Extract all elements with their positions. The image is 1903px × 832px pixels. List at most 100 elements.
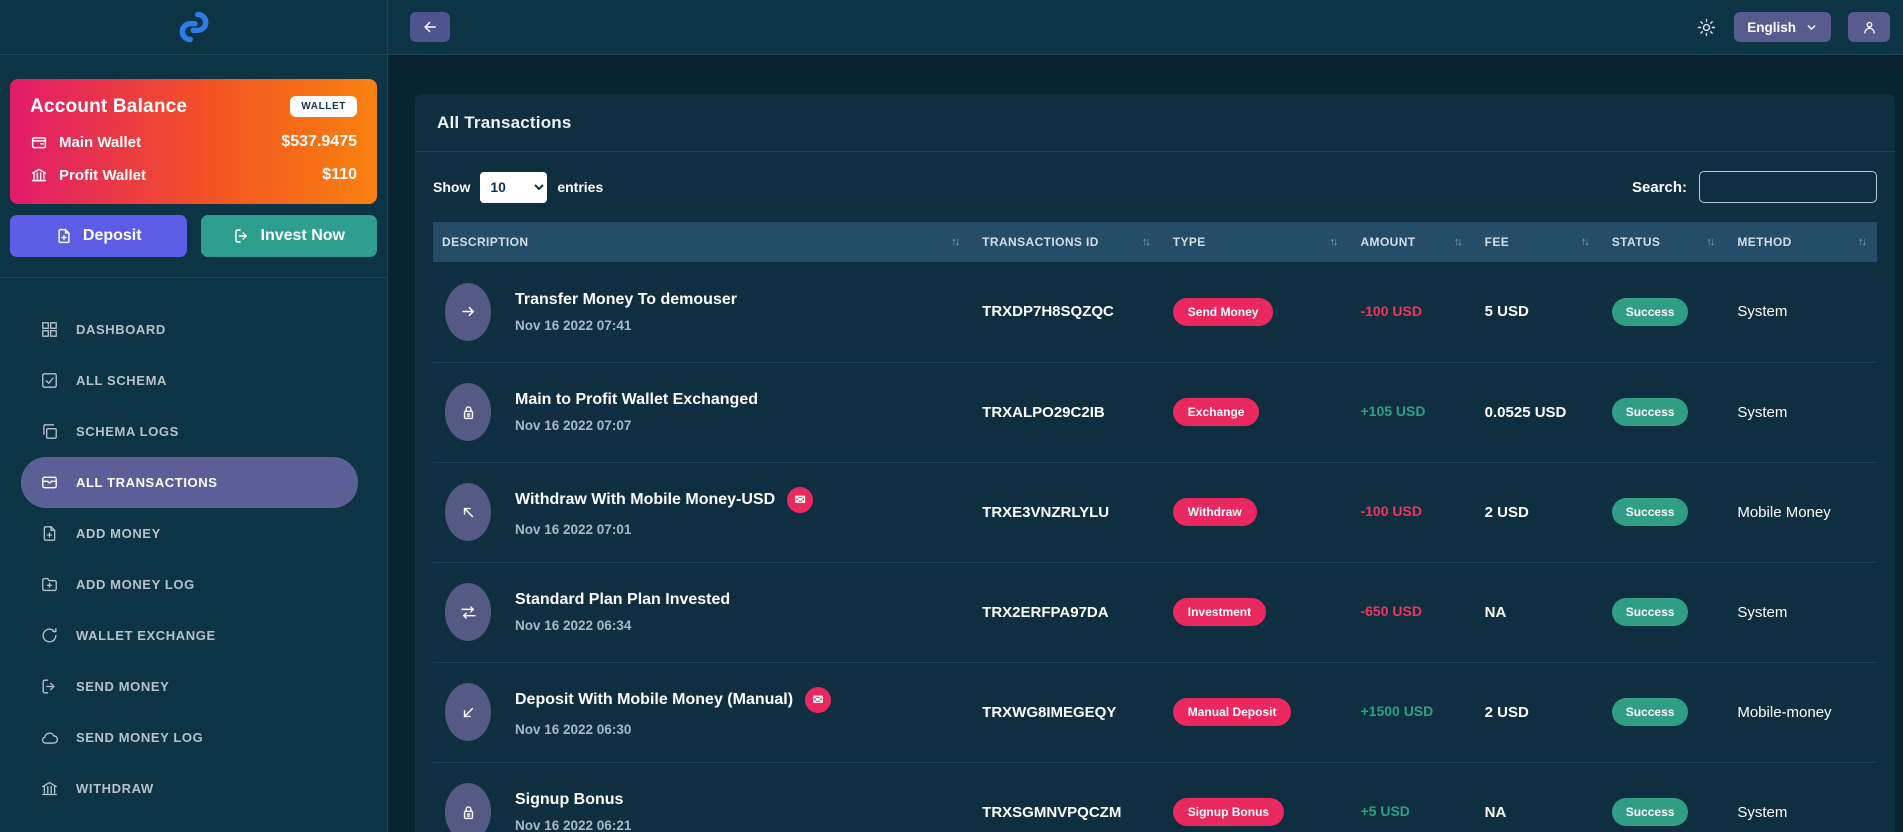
envelope-icon[interactable]: ✉: [787, 487, 813, 513]
topbar: English: [388, 0, 1903, 55]
sidebar-item-all-schema[interactable]: ALL SCHEMA: [21, 355, 358, 406]
transaction-title: Deposit With Mobile Money (Manual): [515, 691, 793, 709]
sidebar-item-all-transactions[interactable]: ALL TRANSACTIONS: [21, 457, 358, 508]
status-badge: Success: [1612, 298, 1689, 326]
send-icon: [40, 677, 59, 696]
transactions-card: All Transactions Show 10 entries Search:…: [415, 94, 1895, 832]
type-badge: Exchange: [1173, 398, 1260, 426]
table-row: Withdraw With Mobile Money-USD ✉ Nov 16 …: [433, 462, 1877, 562]
amount-value: -650 USD: [1360, 603, 1421, 619]
table-body: Transfer Money To demouser Nov 16 2022 0…: [433, 262, 1877, 832]
language-dropdown[interactable]: English: [1734, 12, 1831, 42]
transaction-avatar: [445, 483, 491, 541]
page-size-select[interactable]: 10: [480, 172, 547, 203]
archive-icon: [40, 473, 59, 492]
sort-arrows-icon[interactable]: ↑↓: [1448, 236, 1461, 248]
amount-value: -100 USD: [1360, 503, 1421, 519]
back-button[interactable]: [410, 12, 450, 42]
sort-arrows-icon[interactable]: ↑↓: [1575, 236, 1588, 248]
sort-arrows-icon[interactable]: ↑↓: [1852, 236, 1865, 248]
table-column-header[interactable]: STATUS ↑↓: [1600, 222, 1726, 262]
lock-icon: [459, 403, 478, 422]
sidebar-item-add-money-log[interactable]: ADD MONEY LOG: [21, 559, 358, 610]
sort-arrows-icon[interactable]: ↑↓: [945, 236, 958, 248]
sidebar-item-label: SCHEMA LOGS: [76, 424, 179, 439]
logo-swirl-icon[interactable]: [174, 7, 214, 47]
logo-bar: [0, 0, 387, 55]
sidebar-item-schema-logs[interactable]: SCHEMA LOGS: [21, 406, 358, 457]
type-badge: Withdraw: [1173, 498, 1257, 526]
person-icon: [1861, 19, 1878, 36]
arrow-down-left-icon: [459, 703, 478, 722]
deposit-button-label: Deposit: [83, 227, 142, 245]
deposit-button[interactable]: Deposit: [10, 215, 187, 257]
profit-wallet-label: Profit Wallet: [59, 167, 146, 184]
table-column-header[interactable]: AMOUNT ↑↓: [1348, 222, 1472, 262]
transaction-date: Nov 16 2022 07:01: [515, 522, 813, 537]
column-label: METHOD: [1737, 235, 1791, 249]
main-wallet-label: Main Wallet: [59, 134, 141, 151]
transaction-date: Nov 16 2022 06:34: [515, 618, 730, 633]
table-row: Main to Profit Wallet Exchanged Nov 16 2…: [433, 362, 1877, 462]
sidebar-item-dashboard[interactable]: DASHBOARD: [21, 304, 358, 355]
status-badge: Success: [1612, 798, 1689, 826]
type-badge: Send Money: [1173, 298, 1274, 326]
main-wallet-row: Main Wallet $537.9475: [30, 133, 357, 151]
sidebar: Account Balance WALLET Main Wallet $537.…: [0, 0, 388, 832]
amount-value: +5 USD: [1360, 803, 1409, 819]
column-label: STATUS: [1612, 235, 1661, 249]
sidebar-item-label: ADD MONEY: [76, 526, 161, 541]
method-value: System: [1725, 262, 1877, 362]
arrow-up-left-icon: [459, 503, 478, 522]
invest-now-button[interactable]: Invest Now: [201, 215, 378, 257]
send-icon: [233, 227, 251, 245]
cloud-icon: [40, 728, 59, 747]
sidebar-nav: DASHBOARD ALL SCHEMA SCHEMA LOGS ALL TRA…: [0, 304, 387, 814]
transaction-title: Main to Profit Wallet Exchanged: [515, 391, 758, 409]
sort-arrows-icon[interactable]: ↑↓: [1700, 236, 1713, 248]
method-value: System: [1725, 762, 1877, 832]
profit-wallet-row: Profit Wallet $110: [30, 166, 357, 184]
fee-value: NA: [1473, 562, 1600, 662]
main-wallet-value: $537.9475: [281, 133, 357, 151]
table-column-header[interactable]: TRANSACTIONS ID ↑↓: [970, 222, 1161, 262]
table-column-header[interactable]: METHOD ↑↓: [1725, 222, 1877, 262]
fee-value: 0.0525 USD: [1473, 362, 1600, 462]
transaction-title: Signup Bonus: [515, 791, 623, 809]
table-column-header[interactable]: DESCRIPTION ↑↓: [433, 222, 970, 262]
wallet-badge: WALLET: [290, 96, 357, 117]
sidebar-item-send-money[interactable]: SEND MONEY: [21, 661, 358, 712]
status-badge: Success: [1612, 698, 1689, 726]
bank-icon: [40, 779, 59, 798]
sidebar-item-label: WALLET EXCHANGE: [76, 628, 216, 643]
table-row: Standard Plan Plan Invested Nov 16 2022 …: [433, 562, 1877, 662]
sidebar-item-wallet-exchange[interactable]: WALLET EXCHANGE: [21, 610, 358, 661]
table-column-header[interactable]: TYPE ↑↓: [1161, 222, 1349, 262]
transaction-avatar: [445, 783, 491, 832]
sort-arrows-icon[interactable]: ↑↓: [1323, 236, 1336, 248]
table-column-header[interactable]: FEE ↑↓: [1473, 222, 1600, 262]
copy-icon: [40, 422, 59, 441]
file-plus-icon: [40, 524, 59, 543]
search-input[interactable]: [1699, 171, 1877, 203]
table-row: Deposit With Mobile Money (Manual) ✉ Nov…: [433, 662, 1877, 762]
sidebar-item-withdraw[interactable]: WITHDRAW: [21, 763, 358, 814]
amount-value: +1500 USD: [1360, 703, 1433, 719]
transaction-id: TRXWG8IMEGEQY: [970, 662, 1161, 762]
type-badge: Manual Deposit: [1173, 698, 1292, 726]
entries-label: entries: [557, 179, 603, 195]
column-label: DESCRIPTION: [442, 235, 528, 249]
envelope-icon[interactable]: ✉: [805, 687, 831, 713]
chevron-down-icon: [1805, 21, 1818, 34]
method-value: Mobile Money: [1725, 462, 1877, 562]
sidebar-item-send-money-log[interactable]: SEND MONEY LOG: [21, 712, 358, 763]
sort-arrows-icon[interactable]: ↑↓: [1136, 236, 1149, 248]
column-label: TRANSACTIONS ID: [982, 235, 1099, 249]
theme-toggle-button[interactable]: [1696, 17, 1717, 38]
lock-icon: [459, 803, 478, 822]
file-plus-icon: [55, 227, 73, 245]
sidebar-item-add-money[interactable]: ADD MONEY: [21, 508, 358, 559]
user-menu-button[interactable]: [1848, 12, 1890, 42]
status-badge: Success: [1612, 598, 1689, 626]
account-balance-card: Account Balance WALLET Main Wallet $537.…: [10, 79, 377, 204]
